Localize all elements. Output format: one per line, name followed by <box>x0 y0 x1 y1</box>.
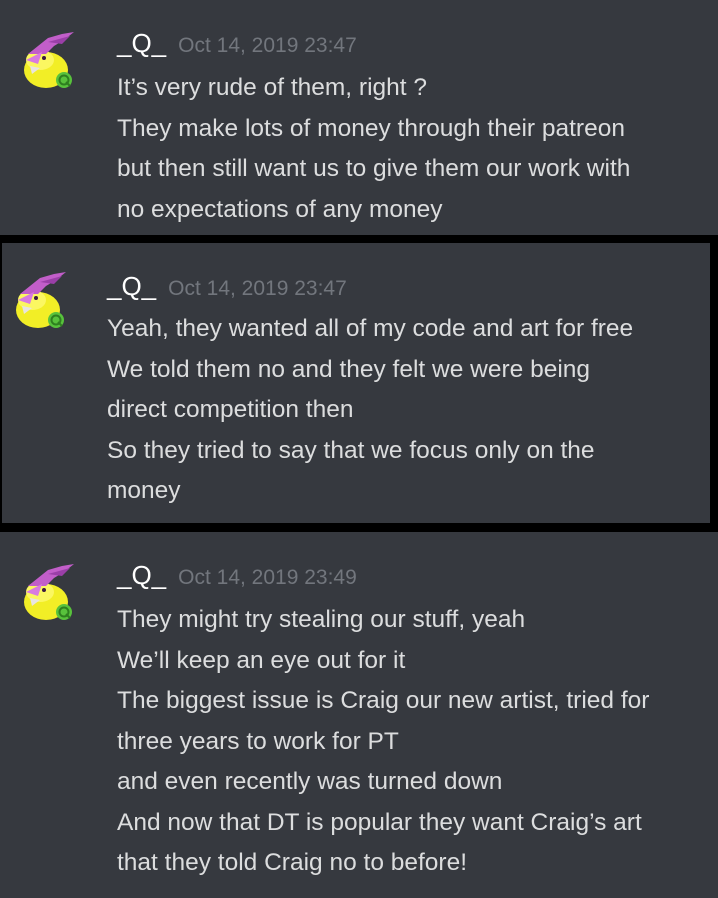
username[interactable]: _Q_ <box>117 28 166 58</box>
message-line: Yeah, they wanted all of my code and art… <box>107 315 634 342</box>
message-header: _Q_ Oct 14, 2019 23:47 <box>117 28 357 59</box>
message-line: So they tried to say that we focus only … <box>107 436 595 464</box>
username[interactable]: _Q_ <box>107 271 156 301</box>
message-content: Yeah, they wanted all of my code and art… <box>107 309 633 512</box>
message-line: but then still want us to give them our … <box>117 155 631 182</box>
dragon-avatar-icon <box>16 272 66 328</box>
message-line: that they told Craig no to before! <box>117 849 468 876</box>
username[interactable]: _Q_ <box>117 560 166 590</box>
timestamp: Oct 14, 2019 23:49 <box>178 566 357 589</box>
message-line: We told them no and they felt we were be… <box>107 355 591 383</box>
message-line: And now that DT is popular they want Cra… <box>117 808 642 836</box>
chat-message: _Q_ Oct 14, 2019 23:47 Yeah, they wanted … <box>2 243 710 523</box>
message-line: They might try stealing our stuff, yeah <box>117 606 526 633</box>
avatar[interactable] <box>10 270 74 334</box>
message-line: It’s very rude of them, right ? <box>117 74 428 101</box>
avatar[interactable] <box>18 30 82 94</box>
message-header: _Q_ Oct 14, 2019 23:47 <box>107 271 347 302</box>
message-line: We’ll keep an eye out for it <box>117 646 406 674</box>
timestamp: Oct 14, 2019 23:47 <box>168 277 347 300</box>
message-content: They might try stealing our stuff, yeah … <box>117 600 649 884</box>
message-line: The biggest issue is Craig our new artis… <box>117 687 650 714</box>
message-line: direct competition then <box>107 396 354 423</box>
message-line: and even recently was turned down <box>117 768 503 795</box>
chat-message: _Q_ Oct 14, 2019 23:47 It’s very rude of … <box>0 0 718 235</box>
message-line: no expectations of any money <box>117 195 443 223</box>
message-line: money <box>107 477 181 504</box>
message-header: _Q_ Oct 14, 2019 23:49 <box>117 560 357 591</box>
timestamp: Oct 14, 2019 23:47 <box>178 34 357 57</box>
message-line: They make lots of money through their pa… <box>117 114 625 142</box>
dragon-avatar-icon <box>24 32 74 88</box>
dragon-avatar-icon <box>24 564 74 620</box>
avatar[interactable] <box>18 562 82 626</box>
message-line: three years to work for PT <box>117 727 399 755</box>
chat-message: _Q_ Oct 14, 2019 23:49 They might try ste… <box>0 532 718 898</box>
message-content: It’s very rude of them, right ? They mak… <box>117 68 630 230</box>
